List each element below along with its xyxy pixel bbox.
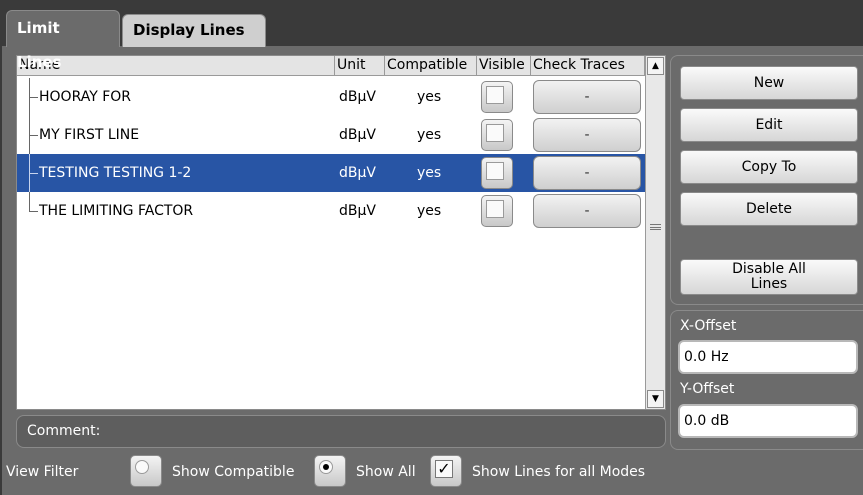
visible-checkbox[interactable] <box>481 119 513 151</box>
row-name: THE LIMITING FACTOR <box>39 203 194 219</box>
row-compatible: yes <box>417 165 442 181</box>
copy-to-button[interactable]: Copy To <box>680 150 858 184</box>
view-filter-label: View Filter <box>6 464 79 480</box>
tree-connector <box>29 135 38 136</box>
radio-checked-icon <box>319 460 333 474</box>
disable-all-lines-label-line2: Lines <box>750 276 788 292</box>
row-name: MY FIRST LINE <box>39 127 140 143</box>
check-traces-button[interactable]: - <box>533 194 641 228</box>
visible-checkbox[interactable] <box>481 157 513 189</box>
delete-button[interactable]: Delete <box>680 192 858 226</box>
vertical-scrollbar[interactable]: ▲ ▼ <box>645 56 665 409</box>
edit-button[interactable]: Edit <box>680 108 858 142</box>
check-traces-button[interactable]: - <box>533 80 641 114</box>
x-offset-label: X-Offset <box>680 318 737 334</box>
table-row-selected[interactable]: TESTING TESTING 1-2 dBµV yes - <box>17 154 645 192</box>
scroll-down-button[interactable]: ▼ <box>647 390 664 408</box>
tab-display-lines[interactable]: Display Lines <box>122 14 266 47</box>
row-name: HOORAY FOR <box>39 89 132 105</box>
tree-connector <box>29 192 30 211</box>
check-traces-button[interactable]: - <box>533 156 641 190</box>
tree-connector <box>29 173 38 174</box>
check-traces-button[interactable]: - <box>533 118 641 152</box>
show-all-modes-checkbox[interactable]: ✓ <box>430 455 462 487</box>
visible-checkbox[interactable] <box>481 195 513 227</box>
disable-all-lines-label-line1: Disable All <box>732 261 806 277</box>
column-header-name[interactable]: Name <box>17 56 335 76</box>
new-button[interactable]: New <box>680 66 858 100</box>
y-offset-input[interactable]: 0.0 dB <box>678 404 858 438</box>
row-unit: dBµV <box>339 165 376 181</box>
column-header-check-traces[interactable]: Check Traces <box>531 56 645 76</box>
row-unit: dBµV <box>339 89 376 105</box>
table-header: Name Unit Compatible Visible Check Trace… <box>17 56 645 76</box>
x-offset-input[interactable]: 0.0 Hz <box>678 340 858 374</box>
show-compatible-label[interactable]: Show Compatible <box>172 455 294 489</box>
show-all-radio[interactable] <box>314 455 346 487</box>
show-all-modes-label[interactable]: Show Lines for all Modes <box>472 455 645 489</box>
column-header-visible[interactable]: Visible <box>477 56 531 76</box>
show-all-label[interactable]: Show All <box>356 455 416 489</box>
scroll-up-button[interactable]: ▲ <box>647 57 664 75</box>
row-compatible: yes <box>417 127 442 143</box>
scroll-thumb-grip-icon[interactable] <box>650 224 661 230</box>
row-unit: dBµV <box>339 127 376 143</box>
row-compatible: yes <box>417 89 442 105</box>
table-row[interactable]: MY FIRST LINE dBµV yes - <box>17 116 645 154</box>
table-row[interactable]: HOORAY FOR dBµV yes - <box>17 78 645 116</box>
show-compatible-radio[interactable] <box>130 455 162 487</box>
table-row[interactable]: THE LIMITING FACTOR dBµV yes - <box>17 192 645 230</box>
disable-all-lines-button[interactable]: Disable All Lines <box>680 259 858 295</box>
radio-unchecked-icon <box>135 460 149 474</box>
y-offset-label: Y-Offset <box>680 381 735 397</box>
comment-field[interactable]: Comment: <box>16 415 666 448</box>
row-compatible: yes <box>417 203 442 219</box>
row-name: TESTING TESTING 1-2 <box>39 165 192 181</box>
column-header-compatible[interactable]: Compatible <box>385 56 477 76</box>
tab-limit-lines[interactable]: Limit Lines <box>6 10 120 71</box>
tree-connector <box>29 211 38 212</box>
column-header-unit[interactable]: Unit <box>335 56 385 76</box>
checkmark-icon: ✓ <box>435 460 453 478</box>
limit-lines-table: Name Unit Compatible Visible Check Trace… <box>16 55 666 410</box>
row-unit: dBµV <box>339 203 376 219</box>
tree-connector <box>29 97 38 98</box>
visible-checkbox[interactable] <box>481 81 513 113</box>
